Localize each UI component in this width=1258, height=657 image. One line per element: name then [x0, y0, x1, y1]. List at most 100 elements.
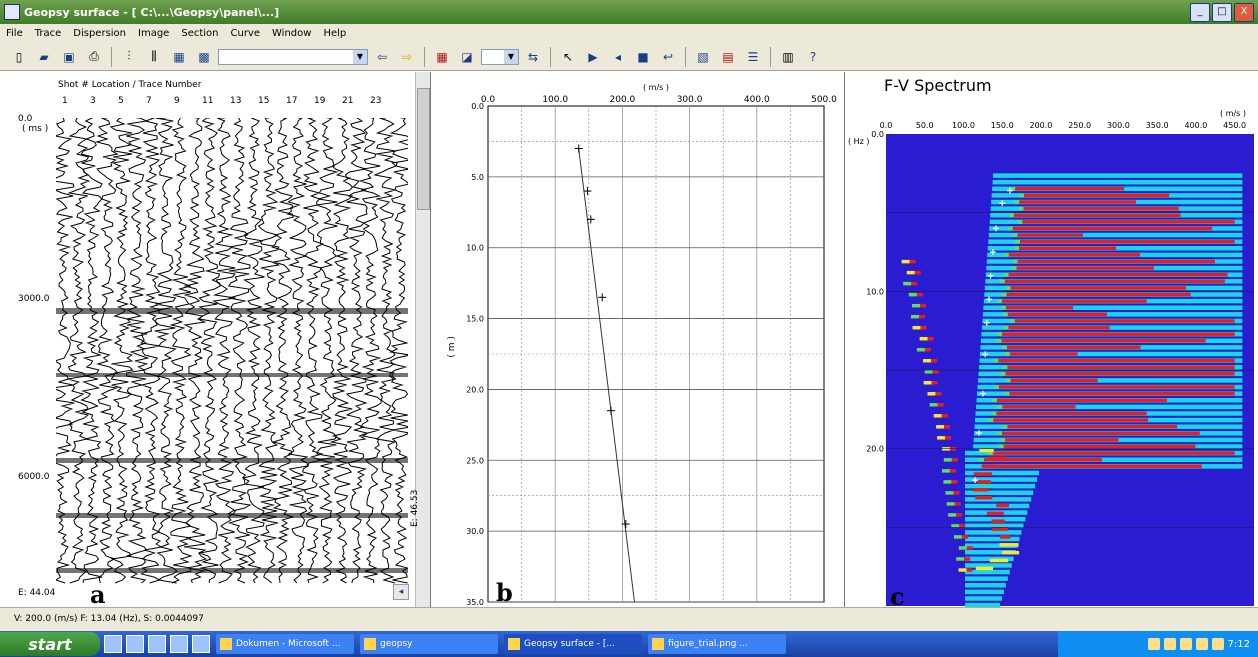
- minimize-button[interactable]: _: [1190, 3, 1210, 22]
- wiggle-icon[interactable]: ⫶: [118, 46, 140, 68]
- spectrum-band-red: [1007, 312, 1107, 317]
- color-map-icon[interactable]: ◪: [456, 46, 478, 68]
- quicklaunch-icon[interactable]: [104, 635, 122, 653]
- trace-selector-combo[interactable]: ▼: [218, 48, 368, 65]
- spectrum-band-green: [1019, 193, 1024, 198]
- spectrum-hotspot: [999, 543, 1019, 547]
- image-icon[interactable]: ▧: [692, 46, 714, 68]
- spectrum-band-green: [1000, 438, 1006, 442]
- maximize-button[interactable]: □: [1212, 3, 1232, 22]
- undo-icon[interactable]: ↩: [657, 46, 679, 68]
- taskbar-item-image[interactable]: figure_trial.png ...: [648, 634, 786, 654]
- table-icon[interactable]: ▥: [777, 46, 799, 68]
- fold-icon[interactable]: ⇆: [522, 46, 544, 68]
- spectrum-speckle: [956, 557, 965, 561]
- tray-icon[interactable]: [1179, 638, 1192, 650]
- spectrum-speckle: [966, 546, 973, 550]
- frequency-combo[interactable]: ▼: [481, 48, 519, 65]
- scrollbar-thumb[interactable]: [417, 88, 430, 210]
- spectrum-speckle: [932, 370, 939, 374]
- spectrum-speckle: [924, 370, 933, 374]
- quicklaunch-icon[interactable]: [170, 635, 188, 653]
- app-icon: [4, 4, 20, 20]
- spectrum-band-red: [1001, 332, 1235, 336]
- spectrum-band-green: [997, 299, 1003, 303]
- trace-header: Shot # Location / Trace Number: [58, 80, 202, 90]
- panel-letter-a: a: [90, 580, 106, 607]
- spectrum-band-green: [997, 431, 1002, 436]
- spectrum-speckle: [943, 458, 952, 462]
- spectrum-band-green: [1003, 325, 1009, 330]
- quicklaunch-icon[interactable]: [126, 635, 144, 653]
- open-folder-icon[interactable]: ▰: [33, 46, 55, 68]
- menu-curve[interactable]: Curve: [225, 28, 267, 39]
- menu-dispersion[interactable]: Dispersion: [67, 28, 132, 39]
- velocity-tick-label: 350.0: [1146, 121, 1169, 130]
- trace-event-band: [56, 373, 408, 377]
- spectrum-band-red: [1016, 266, 1154, 270]
- spectrum-icon[interactable]: ▦: [431, 46, 453, 68]
- trace-event-band: [56, 308, 408, 314]
- spectrum-speckle: [919, 303, 926, 308]
- pointer-icon[interactable]: ↖: [557, 46, 579, 68]
- back-icon[interactable]: ◂: [607, 46, 629, 68]
- save-icon[interactable]: ▣: [58, 46, 80, 68]
- variable-area-icon[interactable]: ⫼: [143, 46, 165, 68]
- trace-number-tick: 21: [342, 96, 354, 106]
- stop-icon[interactable]: ■: [632, 46, 654, 68]
- spectrum-band-green: [979, 457, 984, 462]
- spectrum-speckle: [910, 314, 919, 319]
- spectrum-speckle: [958, 546, 967, 550]
- start-button[interactable]: start: [0, 632, 100, 656]
- spectrum-hotspot: [989, 558, 1009, 563]
- spectrum-hotspot: [975, 495, 993, 500]
- menu-trace[interactable]: Trace: [29, 28, 68, 39]
- tray-icon[interactable]: [1147, 638, 1160, 650]
- tray-icon[interactable]: [1163, 638, 1176, 650]
- trace-number-tick: 11: [202, 96, 214, 106]
- spectrum-band-green: [1002, 424, 1008, 429]
- play-icon[interactable]: ▶: [582, 46, 604, 68]
- close-button[interactable]: X: [1234, 3, 1254, 22]
- menu-section[interactable]: Section: [175, 28, 224, 39]
- grid-icon[interactable]: ▦: [168, 46, 190, 68]
- taskbar-item-geopsy[interactable]: Geopsy surface - [...: [504, 634, 642, 654]
- quicklaunch-icon[interactable]: [192, 635, 210, 653]
- menu-window[interactable]: Window: [266, 28, 317, 39]
- menu-image[interactable]: Image: [132, 28, 175, 39]
- palette-icon[interactable]: ▤: [717, 46, 739, 68]
- taskbar-item-word[interactable]: Dokumen - Microsoft ...: [216, 634, 354, 654]
- taskbar-item-folder[interactable]: geopsy: [360, 634, 498, 654]
- panel-seismogram: Shot # Location / Trace Number 1 3 5 7 9 11 13…: [18, 72, 431, 607]
- menu-file[interactable]: File: [0, 28, 29, 39]
- spectrum-band-cyan: [965, 596, 1002, 601]
- toolbar: ▯ ▰ ▣ ⎙ ⫶ ⫼ ▦ ▩ ▼ ⇦ ⇨ ▦ ◪ ▼ ⇆ ↖ ▶ ◂ ■ ↩ …: [0, 43, 1258, 71]
- spectrum-band-red: [1007, 365, 1235, 369]
- spectrum-speckle: [961, 535, 968, 539]
- trace-number-tick: 3: [90, 96, 96, 106]
- trace-event-band: [56, 513, 408, 518]
- chevron-down-icon[interactable]: ▼: [353, 49, 367, 64]
- arrow-left-icon[interactable]: ⇦: [371, 46, 393, 68]
- spectrum-band-red: [1022, 220, 1235, 224]
- quicklaunch-icon[interactable]: [148, 635, 166, 653]
- spectrum-band-green: [996, 339, 1002, 343]
- help-icon[interactable]: ?: [802, 46, 824, 68]
- arrow-right-icon[interactable]: ⇨: [396, 46, 418, 68]
- spectrum-speckle: [918, 314, 925, 319]
- spectrum-hotspot: [973, 472, 993, 476]
- layers-icon[interactable]: ☰: [742, 46, 764, 68]
- new-file-icon[interactable]: ▯: [8, 46, 30, 68]
- chevron-down-icon[interactable]: ▼: [504, 49, 518, 64]
- spectrum-hotspot: [1000, 535, 1011, 539]
- spectrum-hotspot: [986, 511, 1004, 516]
- print-icon[interactable]: ⎙: [83, 46, 105, 68]
- window-title: Geopsy surface - [ C:\...\Geopsy\panel\.…: [24, 5, 280, 19]
- scroll-corner-button[interactable]: ◂: [393, 584, 409, 600]
- spectrum-speckle: [911, 303, 920, 308]
- tray-icon[interactable]: [1195, 638, 1208, 650]
- menu-help[interactable]: Help: [317, 28, 352, 39]
- velocity-axis-unit: ( m/s ): [1220, 109, 1246, 118]
- picker-icon[interactable]: ▩: [193, 46, 215, 68]
- tray-icon[interactable]: [1211, 638, 1224, 650]
